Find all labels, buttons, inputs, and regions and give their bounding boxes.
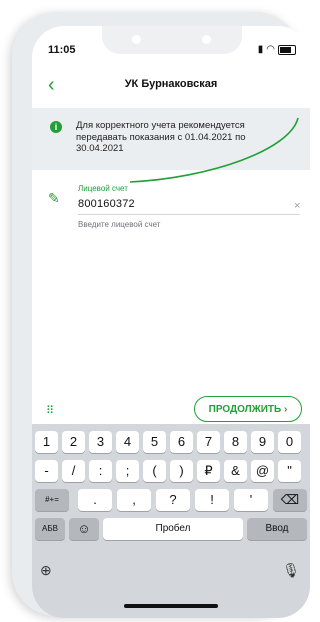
key[interactable]: 0 (278, 431, 301, 453)
info-banner: i Для корректного учета рекомендуется пе… (32, 108, 310, 170)
key[interactable]: ₽ (197, 460, 220, 482)
key[interactable]: 7 (197, 431, 220, 453)
enter-key[interactable]: Ввод (247, 518, 307, 540)
key[interactable]: ; (116, 460, 139, 482)
page-title: УК Бурнаковская (124, 78, 218, 90)
pencil-icon: ✎ (48, 190, 60, 206)
info-text: Для корректного учета рекомендуется пере… (76, 120, 246, 154)
nav-bar: ‹ УК Бурнаковская (32, 74, 310, 104)
notch (102, 26, 242, 54)
key[interactable]: : (89, 460, 112, 482)
clear-icon[interactable]: × (294, 200, 300, 212)
continue-button[interactable]: ПРОДОЛЖИТЬ › (194, 396, 302, 422)
key[interactable]: " (278, 460, 301, 482)
key[interactable]: - (35, 460, 58, 482)
key[interactable]: 8 (224, 431, 247, 453)
key[interactable]: @ (251, 460, 274, 482)
key[interactable]: / (62, 460, 85, 482)
microphone-icon[interactable]: 🎙 (282, 562, 300, 579)
globe-icon[interactable]: ⊕ (40, 562, 52, 579)
battery-icon (278, 44, 296, 55)
status-icons: ▮ ◠ (258, 44, 296, 55)
space-key[interactable]: Пробел (103, 518, 243, 540)
screen: 11:05 ▮ ◠ ‹ УК Бурнаковская i Для коррек… (32, 26, 310, 618)
letters-key[interactable]: АБВ (35, 518, 65, 540)
info-icon: i (50, 121, 62, 133)
backspace-icon[interactable]: ⌫ (273, 489, 307, 511)
key[interactable]: 6 (170, 431, 193, 453)
keypad-icon[interactable]: ⠿ (46, 404, 54, 417)
key[interactable]: . (78, 489, 112, 511)
account-input[interactable]: 800160372 (78, 198, 135, 210)
key[interactable]: 2 (62, 431, 85, 453)
key[interactable]: 1 (35, 431, 58, 453)
input-underline (78, 214, 300, 215)
status-time: 11:05 (48, 44, 76, 56)
key[interactable]: 4 (116, 431, 139, 453)
emoji-icon[interactable]: ☺ (69, 518, 99, 540)
camera-dot (132, 35, 141, 44)
key[interactable]: ) (170, 460, 193, 482)
keyboard: 1 2 3 4 5 6 7 8 9 0 - / : ; ( ) ₽ & @ " … (32, 424, 310, 618)
home-indicator (124, 604, 218, 608)
key[interactable]: & (224, 460, 247, 482)
key[interactable]: 9 (251, 431, 274, 453)
signal-icon: ▮ (257, 44, 264, 55)
phone-frame: 11:05 ▮ ◠ ‹ УК Бурнаковская i Для коррек… (12, 12, 310, 618)
wifi-icon: ◠ (266, 44, 275, 55)
key[interactable]: ! (195, 489, 229, 511)
key[interactable]: ? (156, 489, 190, 511)
sensor-dot (202, 35, 211, 44)
key[interactable]: ( (143, 460, 166, 482)
key[interactable]: 5 (143, 431, 166, 453)
account-label: Лицевой счет (78, 184, 128, 193)
account-hint: Введите лицевой счет (78, 220, 161, 229)
key[interactable]: , (117, 489, 151, 511)
key[interactable]: 3 (89, 431, 112, 453)
key[interactable]: ' (234, 489, 268, 511)
symbols-key[interactable]: #+= (35, 489, 69, 511)
